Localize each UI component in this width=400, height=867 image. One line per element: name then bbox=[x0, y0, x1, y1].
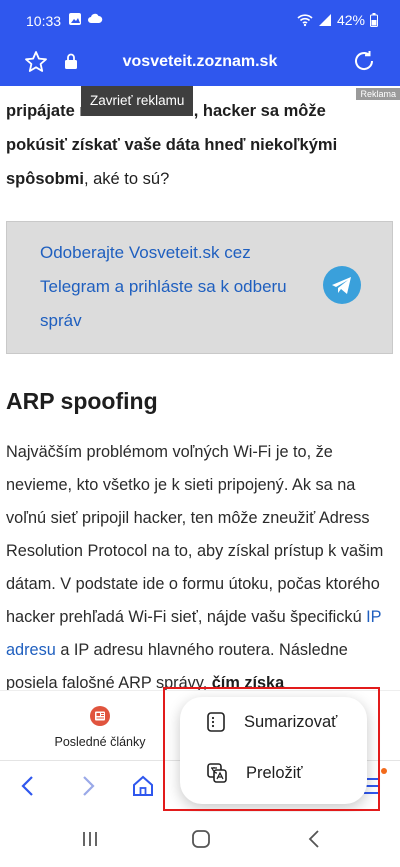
telegram-promo-box[interactable]: Odoberajte Vosveteit.sk cez Telegram a p… bbox=[6, 221, 393, 354]
status-bar: 10:33 42% bbox=[0, 0, 400, 42]
url-text[interactable]: vosveteit.zoznam.sk bbox=[0, 53, 400, 71]
close-ad-button[interactable]: Zavrieť reklamu bbox=[81, 86, 194, 116]
back-button-icon[interactable] bbox=[306, 829, 322, 849]
status-time: 10:33 bbox=[26, 13, 62, 29]
recent-apps-icon[interactable] bbox=[80, 829, 100, 849]
article-intro: pripájate na voľnú Wi-Fi, hacker sa môže… bbox=[6, 102, 338, 188]
home-icon[interactable] bbox=[131, 773, 155, 799]
system-nav-bar bbox=[0, 812, 400, 867]
reload-icon[interactable] bbox=[352, 49, 376, 73]
section-heading: ARP spoofing bbox=[6, 388, 158, 414]
ai-actions-popup: Sumarizovať Preložiť bbox=[180, 697, 367, 804]
ad-label: Reklama bbox=[356, 88, 400, 100]
article-content: pripájate na voľnú Wi-Fi, hacker sa môže… bbox=[0, 86, 400, 690]
cloud-icon bbox=[88, 13, 103, 23]
url-bar: vosveteit.zoznam.sk bbox=[0, 42, 400, 86]
notification-dot bbox=[381, 768, 387, 774]
article-paragraph: Najväčším problémom voľných Wi-Fi je to,… bbox=[6, 443, 384, 690]
newspaper-icon bbox=[90, 706, 110, 726]
wifi-icon bbox=[297, 14, 313, 27]
battery-icon bbox=[370, 13, 378, 27]
summarize-icon bbox=[207, 712, 225, 732]
battery-percent: 42% bbox=[336, 12, 365, 28]
summarize-option[interactable]: Sumarizovať bbox=[206, 711, 337, 733]
translate-icon bbox=[207, 763, 227, 783]
back-icon[interactable] bbox=[18, 773, 38, 799]
translate-option[interactable]: Preložiť bbox=[206, 762, 303, 784]
forward-icon[interactable] bbox=[78, 773, 98, 799]
latest-articles-tab[interactable]: Posledné články bbox=[54, 705, 146, 749]
gallery-icon bbox=[69, 13, 81, 25]
home-button-icon[interactable] bbox=[190, 829, 212, 849]
telegram-icon[interactable] bbox=[323, 266, 361, 304]
signal-icon bbox=[318, 14, 331, 26]
telegram-promo-text[interactable]: Odoberajte Vosveteit.sk cez Telegram a p… bbox=[40, 236, 315, 338]
